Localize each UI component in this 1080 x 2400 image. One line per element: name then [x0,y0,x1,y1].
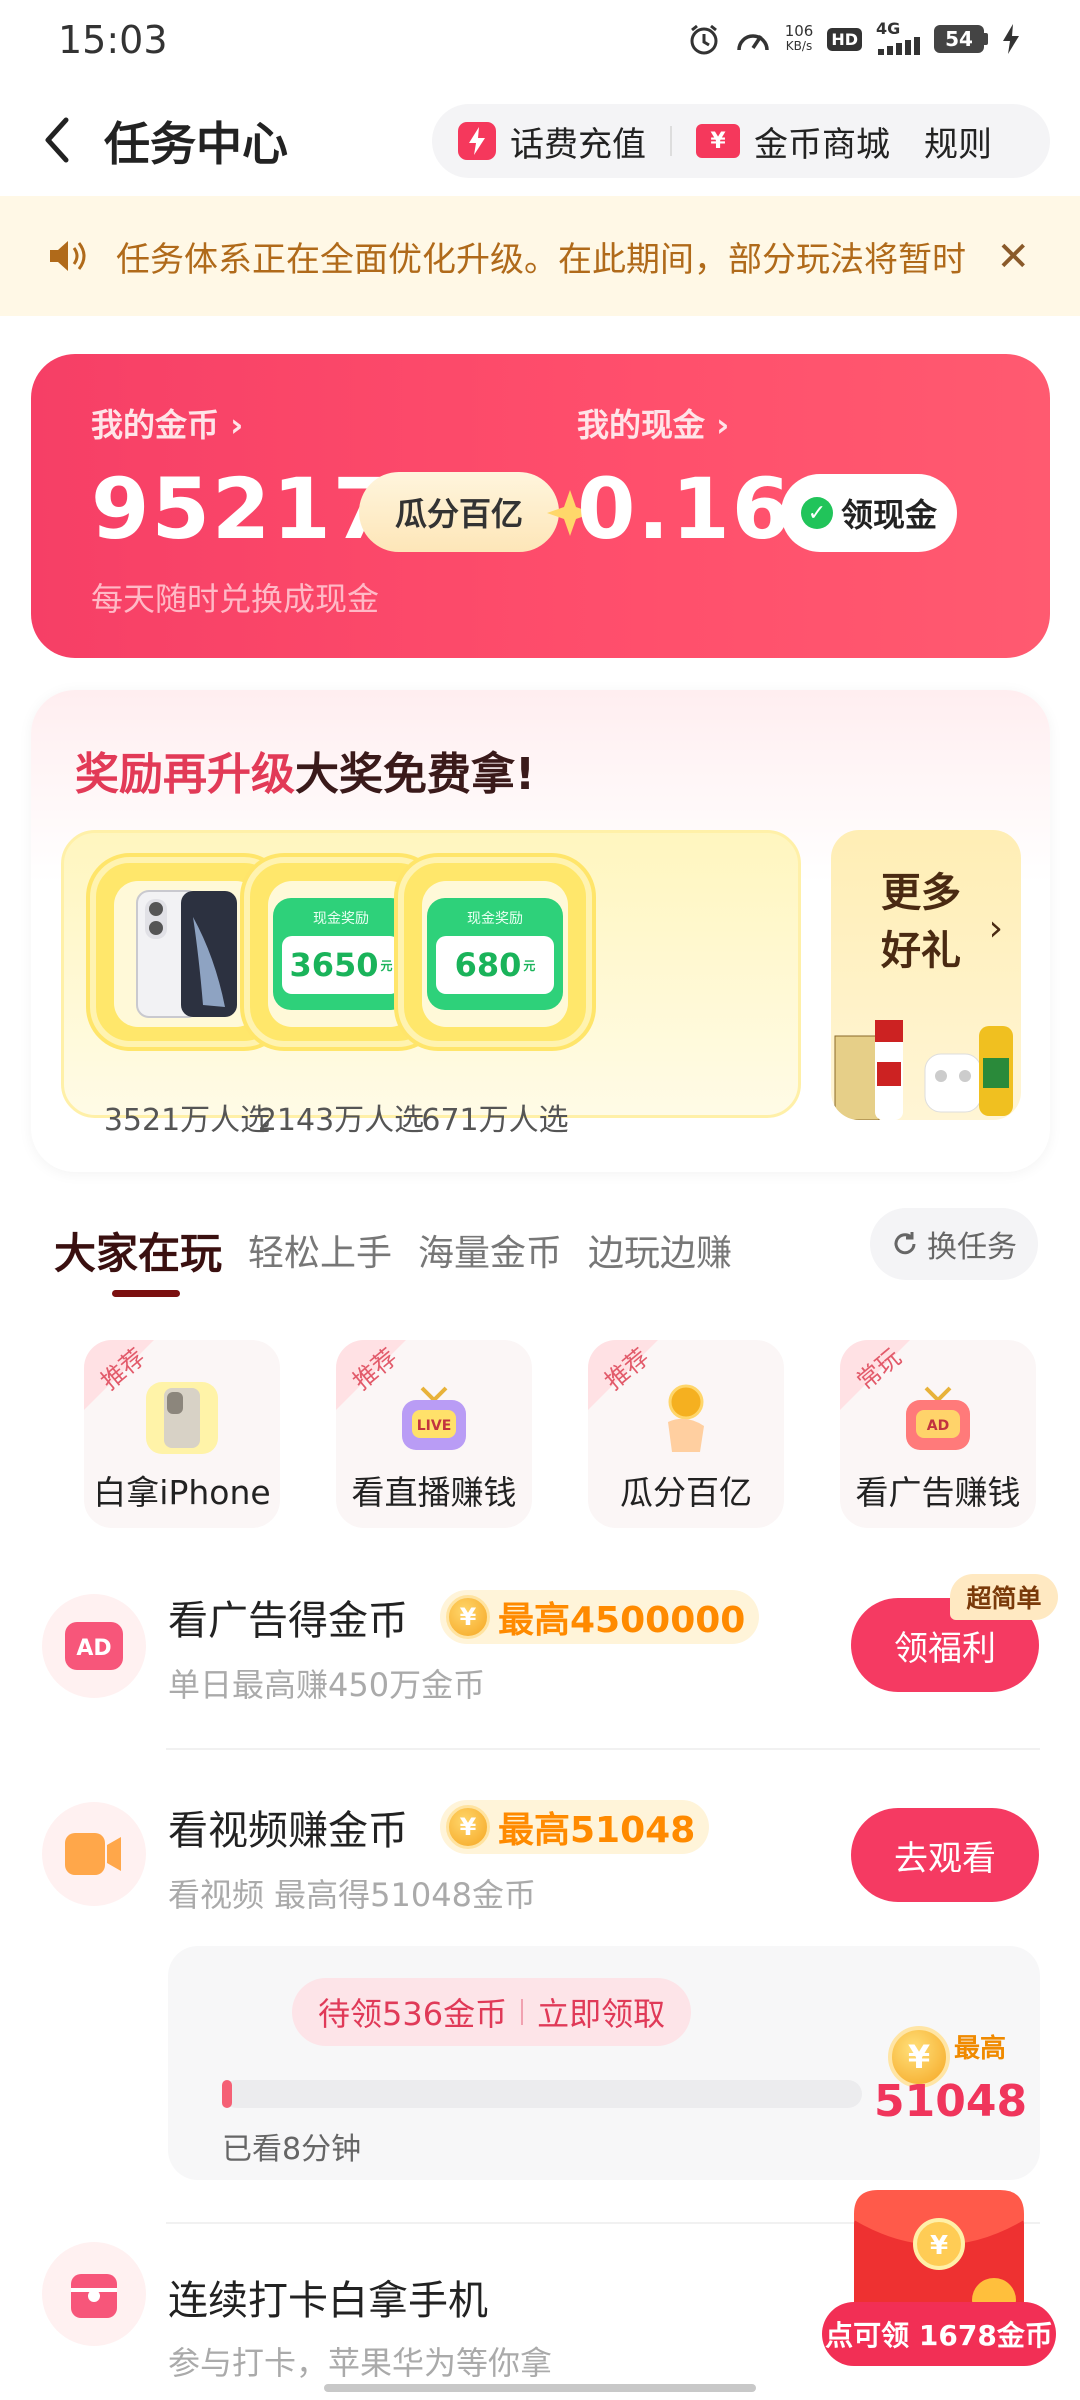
prize-count: 671万人选 [421,1103,569,1138]
svg-text:¥: ¥ [930,2231,948,2261]
coin-mall-button[interactable]: ¥ 金币商城 [696,117,890,166]
svg-text:AD: AD [76,1636,111,1661]
quick-ad-earn[interactable]: 常玩 AD 看广告赚钱 [840,1340,1036,1528]
max-reward-badge: ¥ 最高51048 [440,1800,710,1854]
notice-text: 任务体系正在全面优化升级。在此期间，部分玩法将暂时 [116,239,966,280]
hand-coin-icon [668,1384,704,1452]
charging-icon [1003,24,1019,54]
coupon-icon: ¥ [696,124,740,158]
mall-label: 金币商城 [754,124,890,165]
cash-value: 0.16 [577,460,793,558]
super-easy-tag: 超简单 [950,1574,1058,1620]
prize-list: 3521万人选 现金奖励 3650 元 2143万人选 现金奖励 680 元 671… [61,830,801,1138]
check-icon: ✓ [800,497,833,529]
my-coins-link[interactable]: 我的金币 › [91,400,243,446]
claim-coins-pill[interactable]: 点可领 1678金币 [822,2302,1056,2366]
withdraw-button[interactable]: ✓ 领现金 [781,474,957,552]
status-bar: 15:03 106 KB/s HD 4G 54 [0,0,1080,84]
quick-live-earn[interactable]: 推荐 LIVE 看直播赚钱 [336,1340,532,1528]
wallet-card: 我的金币 › 95217 瓜分百亿 我的现金 › 0.16 ✓ 领现金 每天随时… [31,354,1050,658]
progress-bar [222,2080,862,2108]
live-tv-icon: LIVE [402,1386,466,1450]
iphone-icon [146,1382,218,1454]
max-label: 最高 [954,2034,1007,2064]
pending-claim-bubble[interactable]: 待领536金币 立即领取 [292,1978,692,2046]
watch-button[interactable]: 去观看 [851,1808,1039,1902]
quick-free-iphone[interactable]: 推荐 白拿iPhone [84,1340,280,1528]
status-time: 15:03 [58,18,168,62]
rules-label: 规则 [924,124,992,165]
refresh-icon [894,1232,916,1255]
task-subtitle: 参与打卡，苹果华为等你拿 [168,2344,553,2382]
wallet-icon [42,2242,146,2346]
hd-icon: HD [827,27,862,51]
watched-time: 已看8分钟 [222,2132,362,2167]
signal-icon: 4G [876,19,920,55]
tab-easy[interactable]: 轻松上手 [248,1224,392,1276]
quick-guafen[interactable]: 推荐 瓜分百亿 [588,1340,784,1528]
exchange-hint: 每天随时兑换成现金 [91,580,380,618]
ad-tv-icon: AD [906,1386,970,1450]
active-tab-indicator [112,1290,180,1297]
tab-popular[interactable]: 大家在玩 [54,1220,222,1281]
tab-play-earn[interactable]: 边玩边赚 [588,1224,732,1276]
max-value: 51048 [874,2076,1028,2127]
task-title: 连续打卡白拿手机 [168,2278,488,2324]
back-arrow-icon[interactable] [34,110,80,170]
svg-text:AD: AD [927,1418,949,1434]
progress-fill [222,2080,232,2108]
task-tabs: 大家在玩 轻松上手 海量金币 边玩边赚 [54,1210,732,1290]
speaker-icon [50,241,86,271]
coins-value: 95217 [91,460,394,558]
tab-massive-coins[interactable]: 海量金币 [418,1224,562,1276]
task-title: 看视频赚金币 [168,1808,408,1854]
guafen-button[interactable]: 瓜分百亿 [359,472,559,552]
bolt-icon [458,122,496,160]
chevron-right-icon: › [988,908,1003,949]
header-actions: 话费充值 ¥ 金币商城 规则 [432,104,1050,178]
recharge-button[interactable]: 话费充值 [458,117,646,166]
ad-icon: AD [42,1594,146,1698]
max-reward-badge: ¥ 最高4500000 [440,1590,760,1644]
claim-now-link[interactable]: 立即领取 [537,1989,665,2035]
swap-tasks-button[interactable]: 换任务 [870,1208,1038,1280]
header: 任务中心 话费充值 ¥ 金币商城 规则 [0,90,1080,194]
task-subtitle: 看视频 最高得51048金币 [168,1876,536,1914]
page-title: 任务中心 [104,117,288,171]
task-title: 看广告得金币 [168,1598,408,1644]
prize-cash-680[interactable]: 现金奖励 680 元 671万人选 [398,857,592,1138]
reward-card: 奖励再升级大奖免费拿! 3521万人选 现金奖励 3650 元 2143万人选 … [31,690,1050,1172]
video-progress-card: 待领536金币 立即领取 ¥ 最高 51048 已看8分钟 [168,1946,1040,2180]
gifts-image [834,1020,1013,1120]
coin-icon: ¥ [446,1805,490,1849]
cash-voucher-icon: 现金奖励 680 元 [427,898,563,1010]
speedometer-icon [736,34,769,51]
coin-icon: ¥ [446,1595,490,1639]
net-speed: 106 KB/s [784,22,814,54]
close-icon[interactable]: ✕ [996,234,1030,280]
my-cash-link[interactable]: 我的现金 › [577,400,729,446]
svg-text:LIVE: LIVE [417,1418,452,1434]
task-subtitle: 单日最高赚450万金币 [168,1666,486,1704]
cash-voucher-icon: 现金奖励 3650 元 [273,898,409,1010]
battery-icon: 54 [934,25,988,53]
notice-bar: 任务体系正在全面优化升级。在此期间，部分玩法将暂时 ✕ [0,196,1080,316]
reward-title: 奖励再升级大奖免费拿! [75,749,536,800]
rules-button[interactable]: 规则 [924,117,992,166]
video-icon [42,1802,146,1906]
home-indicator [324,2384,756,2392]
more-gifts-button[interactable]: 更多 好礼 › [831,830,1021,1120]
iphone-icon [136,890,237,1018]
alarm-icon [690,24,718,55]
recharge-label: 话费充值 [510,124,646,165]
